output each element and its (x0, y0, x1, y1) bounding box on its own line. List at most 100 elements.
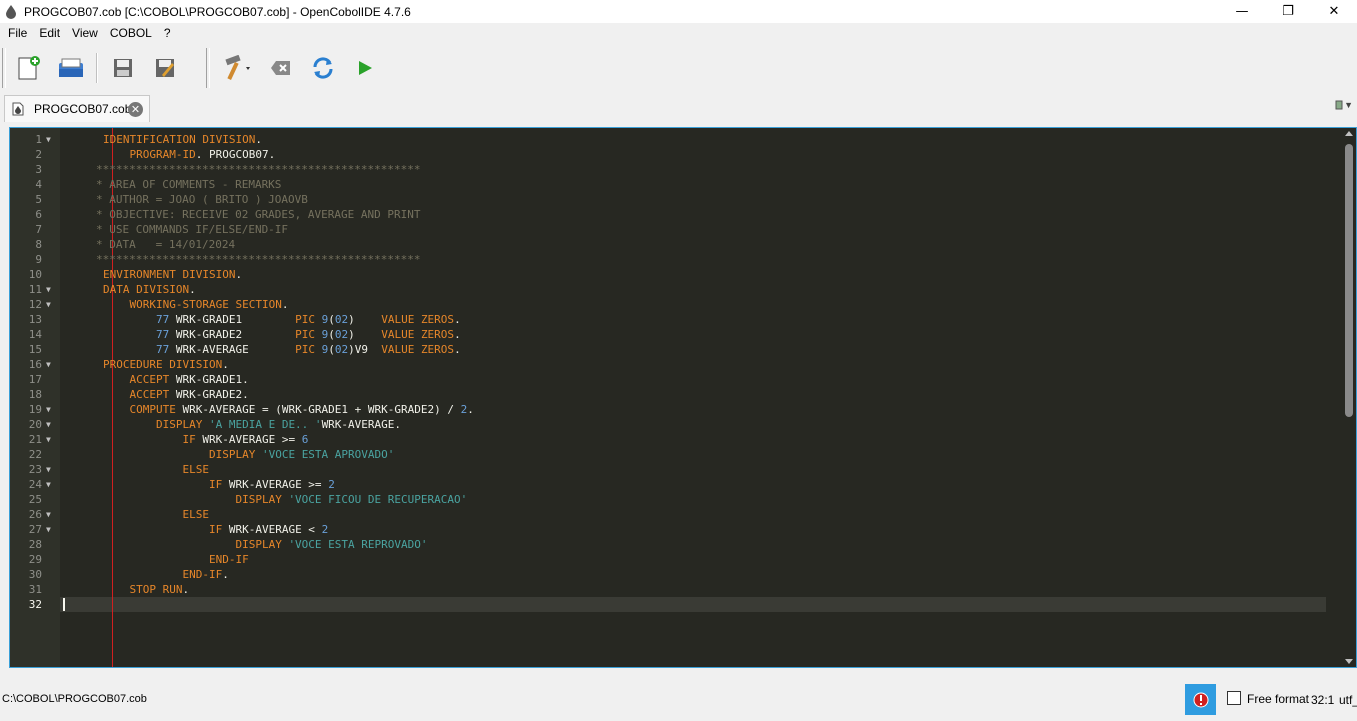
clean-button[interactable] (264, 51, 298, 85)
code-text: WORKING-STORAGE SECTION. (129, 298, 289, 311)
code-line: 31 STOP RUN. (10, 582, 1330, 597)
refresh-icon (313, 57, 333, 79)
app-icon (6, 4, 16, 19)
open-file-icon (59, 58, 83, 77)
code-line: 21 ▼ IF WRK-AVERAGE >= 6 (10, 432, 1330, 447)
line-number: 19 (28, 403, 42, 416)
chevron-down-icon: ▼ (1344, 100, 1353, 110)
code-text: * USE COMMANDS IF/ELSE/END-IF (96, 223, 289, 236)
status-bar: C:\COBOL\PROGCOB07.cob Free format 32:1 … (0, 676, 1357, 721)
menu-file[interactable]: File (2, 23, 33, 44)
scroll-up-icon[interactable] (1345, 131, 1353, 136)
tab-bar: PROGCOB07.cob ✕ ▼ (0, 92, 1357, 122)
toolbar-grip-2[interactable] (206, 48, 210, 88)
code-text: DISPLAY 'VOCE FICOU DE RECUPERACAO' (235, 493, 468, 506)
code-text: * AUTHOR = JOAO ( BRITO ) JOAOVB (96, 193, 308, 206)
fold-arrow-icon[interactable]: ▼ (46, 462, 51, 477)
tab-progcob07[interactable]: PROGCOB07.cob ✕ (4, 95, 150, 122)
fold-arrow-icon[interactable]: ▼ (46, 507, 51, 522)
file-icon (12, 102, 24, 116)
line-number: 4 (35, 178, 42, 191)
fold-arrow-icon[interactable]: ▼ (46, 282, 51, 297)
code-line: 23 ▼ ELSE (10, 462, 1330, 477)
line-number: 29 (28, 553, 42, 566)
menu-bar: File Edit View COBOL ? (0, 23, 1357, 44)
code-text: DISPLAY 'VOCE ESTA REPROVADO' (235, 538, 428, 551)
code-text: ACCEPT WRK-GRADE2. (129, 388, 249, 401)
code-line: 2 PROGRAM-ID. PROGCOB07. (10, 147, 1330, 162)
code-line: 14 77 WRK-GRADE2 PIC 9(02) VALUE ZEROS. (10, 327, 1330, 342)
hammer-icon (225, 55, 250, 81)
fold-arrow-icon[interactable]: ▼ (46, 477, 51, 492)
new-file-button[interactable] (12, 51, 46, 85)
code-text: IDENTIFICATION DIVISION. (103, 133, 262, 146)
line-number: 11 (28, 283, 42, 296)
scrollbar-thumb[interactable] (1345, 144, 1353, 417)
code-line: 8 * DATA = 14/01/2024 (10, 237, 1330, 252)
fold-arrow-icon[interactable]: ▼ (46, 297, 51, 312)
free-format-checkbox[interactable] (1227, 691, 1241, 705)
alert-icon (1193, 692, 1208, 707)
toolbar-grip[interactable] (2, 48, 6, 88)
minimize-button[interactable]: — (1219, 0, 1265, 23)
line-number: 22 (28, 448, 42, 461)
code-editor[interactable]: 1 ▼ IDENTIFICATION DIVISION. 2 PROGRAM-ID. … (9, 127, 1357, 668)
line-number: 5 (35, 193, 42, 206)
code-line: 12 ▼ WORKING-STORAGE SECTION. (10, 297, 1330, 312)
line-number: 7 (35, 223, 42, 236)
new-file-icon (18, 56, 40, 80)
save-file-button[interactable] (106, 51, 140, 85)
scroll-down-icon[interactable] (1345, 659, 1353, 664)
code-text: ELSE (182, 508, 209, 521)
tab-close-icon[interactable]: ✕ (128, 102, 143, 117)
code-text: DISPLAY 'VOCE ESTA APROVADO' (208, 448, 395, 461)
close-button[interactable]: ✕ (1311, 0, 1357, 23)
toolbar-separator (96, 53, 98, 83)
tab-menu-button[interactable]: ▼ (1334, 100, 1353, 110)
menu-edit[interactable]: Edit (33, 23, 66, 44)
fold-arrow-icon[interactable]: ▼ (46, 432, 51, 447)
line-number: 2 (35, 148, 42, 161)
code-text: END-IF (208, 553, 249, 566)
fold-arrow-icon[interactable]: ▼ (46, 402, 51, 417)
fold-arrow-icon[interactable]: ▼ (46, 357, 51, 372)
code-line: 26 ▼ ELSE (10, 507, 1330, 522)
vertical-scrollbar[interactable] (1342, 128, 1356, 667)
fold-arrow-icon[interactable]: ▼ (46, 417, 51, 432)
play-icon (359, 61, 372, 75)
line-number: 32 (28, 598, 42, 611)
code-line: 28 DISPLAY 'VOCE ESTA REPROVADO' (10, 537, 1330, 552)
line-number: 17 (28, 373, 42, 386)
line-number: 20 (28, 418, 42, 431)
code-text: STOP RUN. (129, 583, 190, 596)
code-line: 15 77 WRK-AVERAGE PIC 9(02)V9 VALUE ZERO… (10, 342, 1330, 357)
run-button[interactable] (348, 51, 382, 85)
clear-icon (271, 61, 290, 75)
line-number: 28 (28, 538, 42, 551)
code-text: IF WRK-AVERAGE >= 6 (182, 433, 309, 446)
save-icon (114, 59, 132, 77)
line-number: 27 (28, 523, 42, 536)
code-text: DATA DIVISION. (103, 283, 196, 296)
menu-view[interactable]: View (66, 23, 104, 44)
menu-help[interactable]: ? (158, 23, 177, 44)
fold-arrow-icon[interactable]: ▼ (46, 132, 51, 147)
code-line: 10 ENVIRONMENT DIVISION. (10, 267, 1330, 282)
code-line: 22 DISPLAY 'VOCE ESTA APROVADO' (10, 447, 1330, 462)
line-number: 1 (35, 133, 42, 146)
fold-arrow-icon[interactable]: ▼ (46, 522, 51, 537)
code-line: 25 DISPLAY 'VOCE FICOU DE RECUPERACAO' (10, 492, 1330, 507)
line-number: 14 (28, 328, 42, 341)
menu-cobol[interactable]: COBOL (104, 23, 158, 44)
restore-button[interactable]: ❐ (1265, 0, 1311, 23)
line-number: 16 (28, 358, 42, 371)
code-line: 20 ▼ DISPLAY 'A MEDIA E DE.. 'WRK-AVERAGE… (10, 417, 1330, 432)
document-icon (1335, 100, 1343, 110)
open-file-button[interactable] (54, 51, 88, 85)
compile-button[interactable] (216, 51, 256, 85)
rebuild-button[interactable] (306, 51, 340, 85)
line-number: 26 (28, 508, 42, 521)
save-as-icon (156, 59, 174, 77)
save-as-button[interactable] (148, 51, 182, 85)
error-log-button[interactable] (1185, 684, 1216, 715)
